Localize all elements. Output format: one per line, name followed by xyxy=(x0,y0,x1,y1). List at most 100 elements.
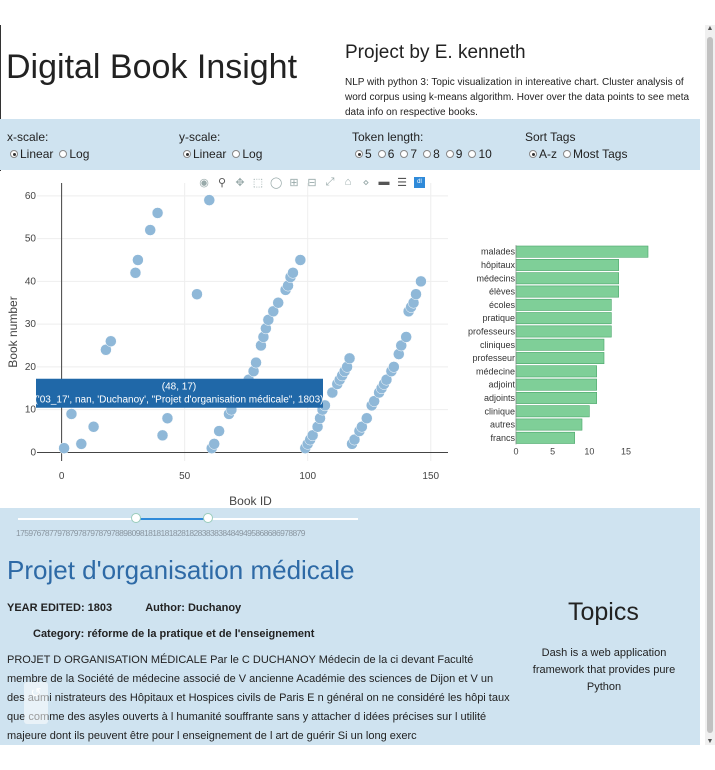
zoom-out-icon[interactable]: ⊟ xyxy=(306,176,318,189)
token-7-label: 7 xyxy=(410,147,418,161)
year-edited: YEAR EDITED: 1803 xyxy=(7,602,113,614)
yscale-log-radio[interactable]: Log xyxy=(232,147,262,161)
scrollbar-thumb[interactable] xyxy=(707,37,713,733)
scatter-chart[interactable]: 0 50 100 150 0 10 20 30 40 50 60 Book ID Book number… xyxy=(0,171,460,508)
radio-selected-icon xyxy=(529,150,537,158)
y-tick-label: 50 xyxy=(25,234,37,245)
token-length-label: Token length: xyxy=(352,130,424,144)
token-6-radio[interactable]: 6 xyxy=(377,147,395,161)
yscale-log-label: Log xyxy=(242,147,263,161)
scroll-up-icon[interactable]: ▲ xyxy=(706,25,714,32)
scatter-point xyxy=(343,352,356,365)
tag-bar xyxy=(515,298,612,311)
token-8-radio[interactable]: 8 xyxy=(423,147,440,161)
year-slider[interactable]: 1759767877978797879787978898098181818182… xyxy=(0,508,700,550)
scatter-point xyxy=(272,297,284,309)
book-title: Projet d'organisation médicale xyxy=(7,555,355,585)
camera-icon[interactable]: ◉ xyxy=(198,176,210,189)
scatter-point xyxy=(203,194,216,206)
page-scrollbar[interactable]: ▲ ▼ xyxy=(705,25,715,745)
tag-bar-chart[interactable]: malades hôpitaux médecins élèves écoles prati… xyxy=(460,171,700,508)
zoom-in-icon[interactable]: ⊞ xyxy=(288,176,300,189)
scatter-point xyxy=(250,356,262,369)
y-tick-label: 60 xyxy=(25,191,37,202)
tag-label: autres xyxy=(490,420,516,430)
box-select-icon[interactable]: ⬚ xyxy=(252,176,264,189)
token-5-radio[interactable]: 5 xyxy=(355,147,372,161)
tag-bar xyxy=(515,431,575,444)
scatter-point xyxy=(161,412,174,424)
slider-selected-range xyxy=(136,518,208,520)
y-axis-title: Book number xyxy=(6,296,20,367)
tag-label: pratique xyxy=(482,313,515,323)
yscale-linear-radio[interactable]: Linear xyxy=(183,147,226,161)
slider-handle-end[interactable] xyxy=(203,513,213,523)
x-tick-label: 100 xyxy=(299,471,316,482)
token-9-radio[interactable]: 9 xyxy=(445,147,462,161)
token-radio-group: 5 6 7 8 9 10 xyxy=(352,147,494,161)
lasso-icon[interactable]: ◯ xyxy=(270,176,282,189)
project-description: NLP with python 3: Topic visualization i… xyxy=(345,77,690,118)
tag-bar xyxy=(515,285,619,298)
bar-x-tick-label: 15 xyxy=(621,447,631,457)
tag-bar xyxy=(515,405,590,418)
sort-most-radio[interactable]: Most Tags xyxy=(563,147,627,161)
xscale-control: x-scale: Linear Log xyxy=(7,130,91,161)
token-length-control: Token length: 5 6 7 8 9 10 xyxy=(352,130,494,161)
tag-bar xyxy=(515,312,612,325)
token-7-radio[interactable]: 7 xyxy=(400,147,417,161)
scatter-point xyxy=(191,288,203,300)
autoscale-icon[interactable]: ⤢ xyxy=(324,176,336,189)
topics-text: Dash is a web application framework that… xyxy=(532,647,676,693)
controls-bar: x-scale: Linear Log y-scale: Linear Log … xyxy=(0,119,700,170)
tag-label: médecins xyxy=(476,273,515,283)
scatter-point xyxy=(415,275,427,288)
topics-heading: Topics xyxy=(568,598,639,626)
scatter-point xyxy=(208,438,220,450)
tag-bar xyxy=(515,378,597,391)
scatter-point xyxy=(388,361,400,373)
reset-axes-icon[interactable]: ⌂ xyxy=(342,176,354,188)
undo-icon[interactable]: ↺ xyxy=(24,682,48,724)
xscale-linear-radio[interactable]: Linear xyxy=(10,147,53,161)
radio-unselected-icon xyxy=(232,150,241,158)
radio-selected-icon xyxy=(10,150,18,158)
slider-handle-start[interactable] xyxy=(131,513,141,523)
tag-label: hôpitaux xyxy=(481,260,516,270)
tag-bar xyxy=(515,418,583,431)
sort-az-radio[interactable]: A-z xyxy=(529,147,557,161)
scatter-point xyxy=(410,288,422,300)
plotly-logo-icon[interactable]: dl xyxy=(414,176,425,188)
pan-icon[interactable]: ✥ xyxy=(234,176,246,189)
hover-compare-icon[interactable]: ☰ xyxy=(396,176,408,189)
tag-bar xyxy=(515,325,612,338)
sort-radio-group: A-z Most Tags xyxy=(525,147,629,161)
tag-label: malades xyxy=(481,247,516,257)
yscale-control: y-scale: Linear Log xyxy=(179,130,264,161)
app-root: Digital Book Insight Project by E. kenne… xyxy=(0,0,705,770)
scatter-point xyxy=(151,207,164,219)
radio-unselected-icon xyxy=(59,150,68,158)
x-axis-title: Book ID xyxy=(229,494,272,508)
token-6-label: 6 xyxy=(387,147,395,161)
token-10-radio[interactable]: 10 xyxy=(468,147,492,161)
xscale-log-radio[interactable]: Log xyxy=(59,147,89,161)
tag-label: professeurs xyxy=(468,326,516,336)
scatter-point xyxy=(132,254,144,266)
xscale-linear-label: Linear xyxy=(20,147,54,161)
tag-label: écoles xyxy=(489,300,516,310)
radio-unselected-icon xyxy=(468,150,477,158)
radio-unselected-icon xyxy=(400,150,409,158)
radio-unselected-icon xyxy=(377,150,386,158)
hover-closest-icon[interactable]: ▬ xyxy=(378,176,390,188)
yscale-linear-label: Linear xyxy=(193,147,227,161)
tag-label: adjoints xyxy=(484,393,516,403)
radio-unselected-icon xyxy=(563,150,571,158)
zoom-icon[interactable]: ⚲ xyxy=(216,176,228,189)
book-author: Author: Duchanoy xyxy=(145,602,242,614)
slider-tick-labels: 1759767877978797879787978898098181818182… xyxy=(16,528,306,538)
spike-lines-icon[interactable]: ⋄ xyxy=(360,176,372,189)
bar-x-tick-label: 10 xyxy=(584,447,594,457)
scatter-point xyxy=(287,267,299,279)
scroll-down-icon[interactable]: ▼ xyxy=(706,738,714,745)
